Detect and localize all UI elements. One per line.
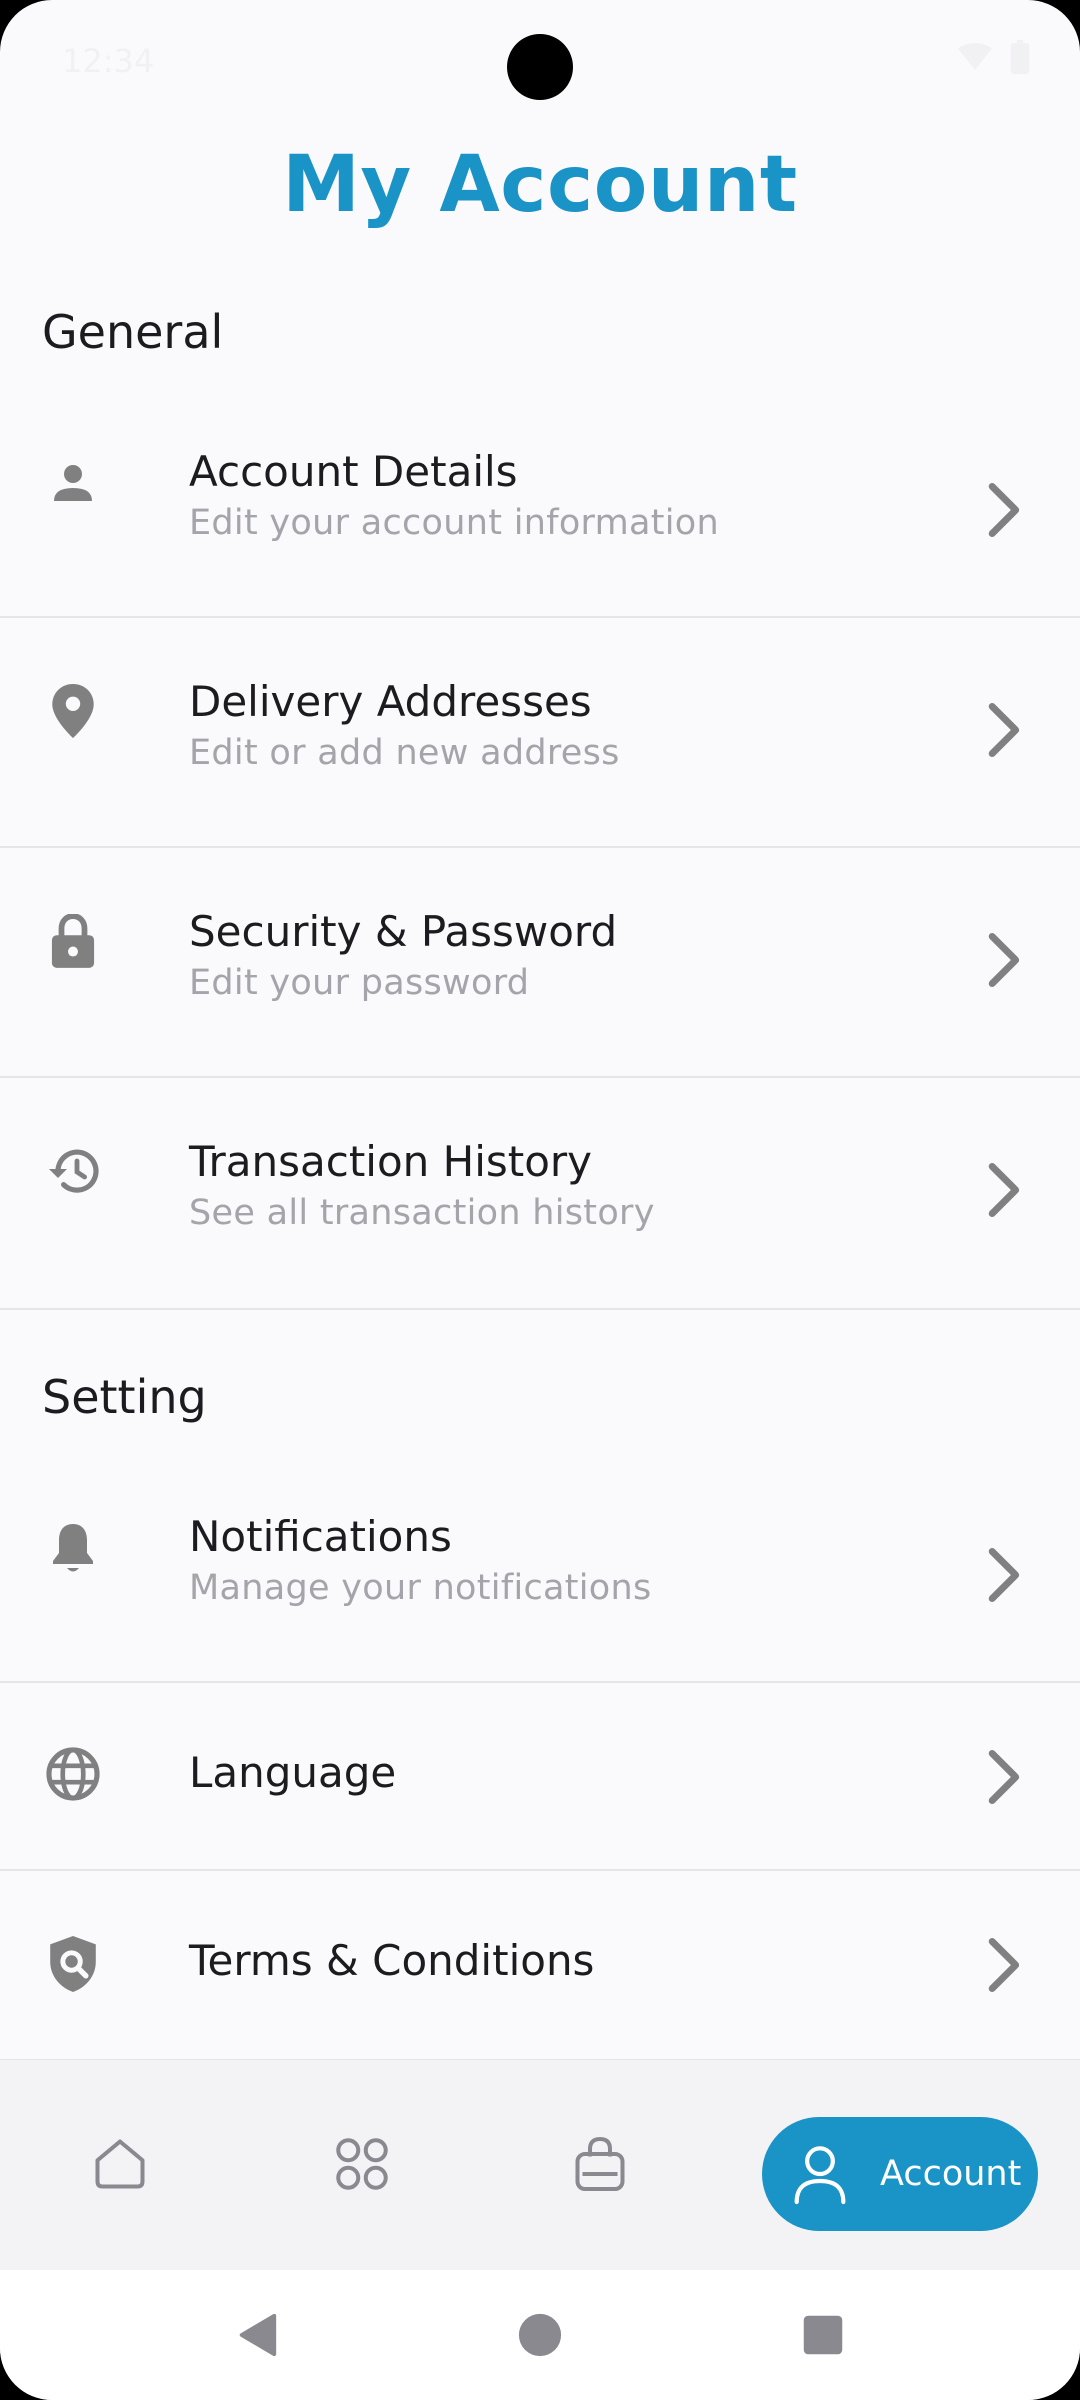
chevron-right-icon [988,703,1020,757]
section-header-general: General [42,305,224,359]
chevron-right-icon [988,1750,1020,1804]
menu-item-subtitle: Edit your account information [189,503,719,543]
menu-item-subtitle: Manage your notifications [189,1568,652,1608]
globe-icon [42,1743,104,1805]
menu-item-notifications[interactable]: Notifications Manage your notifications [0,1475,1080,1683]
menu-item-title: Security & Password [189,907,618,956]
back-triangle-icon [239,2313,277,2357]
recents-square-icon [803,2315,843,2355]
menu-item-title: Delivery Addresses [189,677,592,726]
section-header-setting: Setting [42,1370,207,1424]
nav-categories-button[interactable] [320,2122,404,2206]
menu-item-transaction-history[interactable]: Transaction History See all transaction … [0,1078,1080,1310]
person-outline-icon [794,2146,846,2205]
menu-item-subtitle: Edit your password [189,963,530,1003]
location-pin-icon [42,680,104,742]
menu-item-account-details[interactable]: Account Details Edit your account inform… [0,410,1080,618]
menu-item-title: Notifications [189,1512,452,1561]
nav-cart-button[interactable] [558,2122,642,2206]
status-icons [958,40,1030,74]
menu-item-terms-conditions[interactable]: Terms & Conditions [0,1871,1080,2061]
chevron-right-icon [988,1938,1020,1992]
menu-item-title: Terms & Conditions [189,1936,595,1985]
nav-home-button[interactable] [78,2122,162,2206]
chevron-right-icon [988,1548,1020,1602]
shopping-bag-icon [575,2136,625,2191]
page-title: My Account [282,140,798,230]
system-recents-button[interactable] [783,2295,863,2375]
chevron-right-icon [988,1163,1020,1217]
menu-item-delivery-addresses[interactable]: Delivery Addresses Edit or add new addre… [0,618,1080,848]
phone-screen: 12:34 My Account General Account Details… [0,0,1080,2400]
home-icon [95,2139,145,2189]
home-circle-icon [518,2313,562,2357]
status-bar: 12:34 [0,0,1080,130]
menu-item-language[interactable]: Language [0,1683,1080,1871]
nav-account-button[interactable]: Account [762,2117,1038,2231]
bottom-navigation-bar: Account [0,2060,1080,2270]
shield-search-icon [42,1933,104,1995]
system-back-button[interactable] [217,2295,297,2375]
menu-item-title: Account Details [189,447,518,496]
menu-item-title: Language [189,1748,397,1797]
menu-item-security-password[interactable]: Security & Password Edit your password [0,848,1080,1078]
person-icon [42,452,104,514]
battery-icon [1010,40,1030,74]
menu-item-title: Transaction History [189,1137,593,1186]
menu-item-subtitle: See all transaction history [189,1193,655,1233]
wifi-icon [958,42,992,70]
system-navigation-bar [0,2270,1080,2400]
nav-account-label: Account [880,2154,1022,2194]
bell-icon [42,1517,104,1579]
status-time: 12:34 [62,42,155,80]
front-camera [507,34,573,100]
system-home-button[interactable] [500,2295,580,2375]
menu-item-subtitle: Edit or add new address [189,733,620,773]
history-icon [42,1140,104,1202]
chevron-right-icon [988,933,1020,987]
lock-icon [42,910,104,972]
grid-icon [336,2138,388,2190]
chevron-right-icon [988,483,1020,537]
